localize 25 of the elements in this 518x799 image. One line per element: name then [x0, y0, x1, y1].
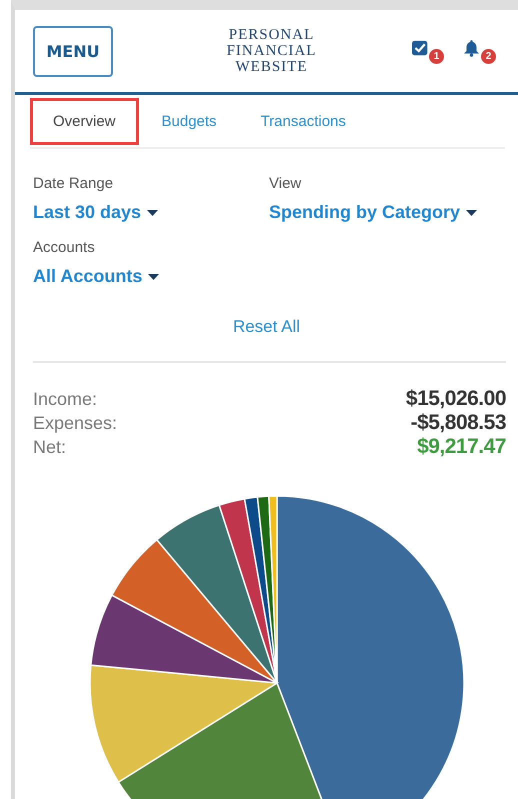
summary-label: Net: [33, 436, 66, 459]
badge: 2 [481, 49, 496, 64]
summary-value: $9,217.47 [417, 435, 506, 459]
reset-link[interactable]: Reset All [232, 317, 300, 337]
tab[interactable]: Transactions [240, 98, 367, 144]
menu-button[interactable]: MENU [33, 26, 113, 76]
bell-icon[interactable] [464, 40, 481, 57]
filter-label: Accounts [33, 239, 96, 256]
summary-label: Income: [33, 388, 98, 411]
caret-icon [147, 210, 158, 216]
checkbox-icon[interactable] [412, 40, 429, 57]
site-title: PERSONAL FINANCIAL WEBSITE [226, 27, 318, 75]
filter-label: Date Range [33, 175, 114, 192]
dropdown[interactable]: Last 30 days [33, 202, 158, 223]
summary-value: -$5,808.53 [410, 411, 506, 435]
tab[interactable]: Budgets [140, 98, 238, 144]
dropdown[interactable]: Spending by Category [269, 202, 478, 223]
filter-label: View [269, 175, 302, 192]
tab[interactable]: Overview [30, 98, 139, 144]
badge: 1 [429, 49, 444, 64]
summary-label: Expenses: [33, 412, 118, 435]
summary-value: $15,026.00 [406, 387, 506, 411]
dropdown[interactable]: All Accounts [33, 266, 160, 287]
caret-icon [466, 210, 478, 216]
caret-icon [148, 274, 160, 280]
